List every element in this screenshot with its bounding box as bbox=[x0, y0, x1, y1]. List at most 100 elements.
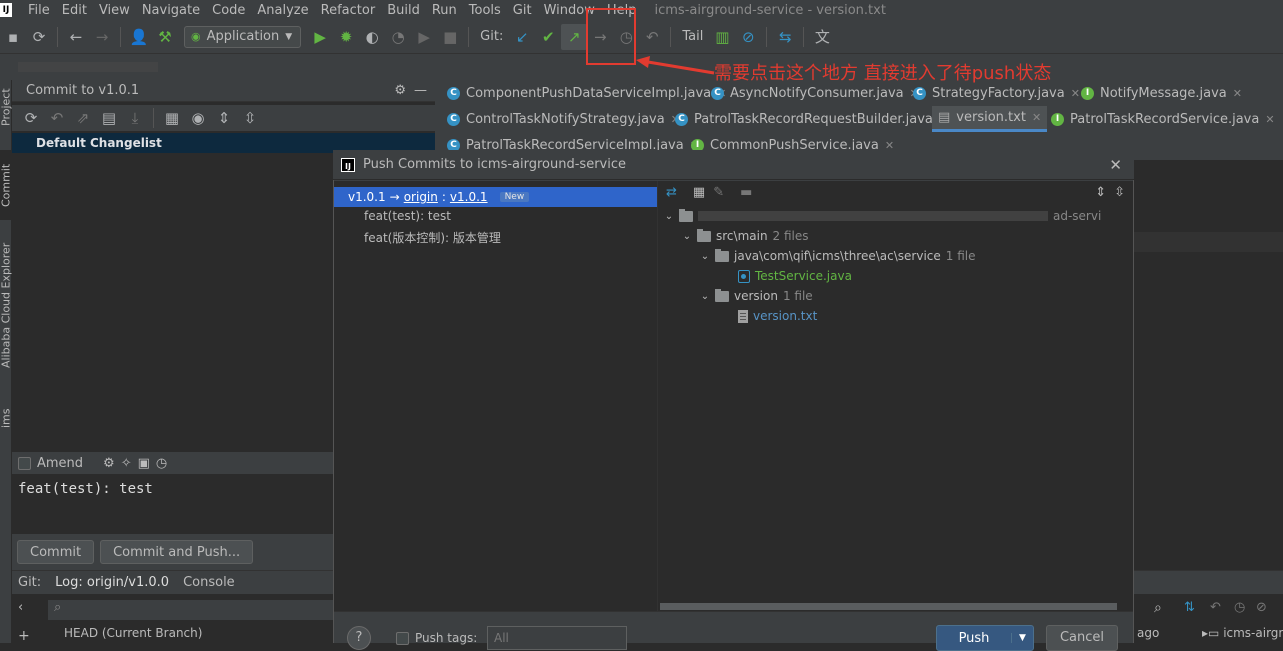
tab-notify-message[interactable]: I NotifyMessage.java ✕ bbox=[1075, 80, 1248, 106]
rollback-icon[interactable]: ↶ bbox=[44, 105, 70, 131]
gear-icon[interactable]: ⚙ bbox=[394, 83, 406, 98]
commit-options-icon[interactable]: ✧ bbox=[121, 456, 132, 471]
remote-name-link[interactable]: origin bbox=[404, 190, 438, 204]
tree-src-main[interactable]: ⌄ src\main 2 files bbox=[682, 228, 809, 243]
horizontal-scrollbar[interactable] bbox=[660, 603, 1117, 610]
tool-tab-project[interactable]: Project bbox=[0, 82, 13, 132]
menu-edit[interactable]: Edit bbox=[62, 3, 87, 18]
tree-java-package[interactable]: ⌄ java\com\qif\icms\three\ac\service 1 f… bbox=[700, 248, 976, 263]
close-icon[interactable]: ✕ bbox=[1109, 156, 1122, 174]
history-icon[interactable]: ◷ bbox=[156, 456, 167, 471]
coverage-icon[interactable]: ◐ bbox=[359, 24, 385, 50]
push-icon[interactable]: ↗ bbox=[561, 23, 588, 50]
tree-file-version[interactable]: version.txt bbox=[738, 309, 817, 323]
shelve-icon[interactable]: ⤓ bbox=[122, 105, 148, 131]
tab-control-task-notify[interactable]: CControlTaskNotifyStrategy.java✕ bbox=[441, 106, 686, 132]
menu-tools[interactable]: Tools bbox=[469, 3, 501, 18]
forward-icon[interactable]: → bbox=[89, 24, 115, 50]
tool-tab-alibaba-cloud[interactable]: Alibaba Cloud Explorer bbox=[0, 230, 13, 380]
close-icon[interactable]: ✕ bbox=[1032, 111, 1041, 124]
remote-branch-link[interactable]: v1.0.1 bbox=[450, 190, 488, 204]
group-by-icon[interactable]: ▦ bbox=[693, 185, 705, 200]
tree-version-dir[interactable]: ⌄ version 1 file bbox=[700, 288, 813, 303]
chevron-down-icon[interactable]: ▼ bbox=[1011, 633, 1033, 643]
undo-icon[interactable]: ↶ bbox=[1210, 600, 1221, 615]
back-icon[interactable]: ← bbox=[63, 24, 89, 50]
commit-and-push-button[interactable]: Commit and Push... bbox=[100, 540, 254, 564]
tab-console[interactable]: Console bbox=[183, 575, 235, 590]
diff-arrows-icon[interactable]: ⇄ bbox=[666, 185, 677, 200]
collapse-all-icon[interactable]: ⇳ bbox=[237, 105, 263, 131]
build-hammer-icon[interactable]: ⚒ bbox=[152, 24, 178, 50]
rollback-icon[interactable]: ↶ bbox=[639, 24, 665, 50]
commit-item[interactable]: feat(版本控制): 版本管理 bbox=[364, 229, 501, 246]
branch-item-head[interactable]: HEAD (Current Branch) bbox=[64, 626, 202, 640]
commit-button[interactable]: Commit bbox=[17, 540, 95, 564]
menu-build[interactable]: Build bbox=[387, 3, 420, 18]
debug-icon[interactable]: ✹ bbox=[333, 24, 359, 50]
tool-tab-commit[interactable]: Commit bbox=[0, 150, 13, 220]
add-icon[interactable]: + bbox=[18, 628, 30, 644]
collapse-all-icon[interactable]: ⇳ bbox=[1114, 185, 1125, 200]
commit-check-icon[interactable]: ✔ bbox=[535, 24, 561, 50]
minimize-icon[interactable]: — bbox=[414, 83, 427, 98]
tab-patrol-request-builder[interactable]: CPatrolTaskRecordRequestBuilder.java✕ bbox=[669, 106, 954, 132]
menu-code[interactable]: Code bbox=[212, 3, 245, 18]
preview-icon[interactable]: ▬ bbox=[740, 185, 752, 200]
push-button[interactable]: Push ▼ bbox=[936, 625, 1034, 651]
help-button[interactable]: ? bbox=[347, 626, 371, 650]
amend-checkbox[interactable] bbox=[18, 456, 31, 470]
cloud-sync-icon[interactable]: ⇆ bbox=[772, 24, 798, 50]
clipboard-icon[interactable]: ▣ bbox=[138, 456, 150, 471]
branch-search-input[interactable]: ⌕ bbox=[48, 600, 333, 620]
menu-navigate[interactable]: Navigate bbox=[142, 3, 200, 18]
menu-file[interactable]: File bbox=[28, 3, 50, 18]
block-icon[interactable]: ⊘ bbox=[735, 24, 761, 50]
update-project-icon[interactable]: ↙ bbox=[509, 24, 535, 50]
expand-all-icon[interactable]: ⇕ bbox=[211, 105, 237, 131]
group-by-icon[interactable]: ▦ bbox=[159, 105, 185, 131]
edit-icon[interactable]: ✎ bbox=[713, 185, 724, 200]
branch-push-row[interactable]: v1.0.1 → origin : v1.0.1 New bbox=[334, 187, 657, 207]
close-icon[interactable]: ✕ bbox=[1265, 113, 1274, 126]
menu-refactor[interactable]: Refactor bbox=[321, 3, 376, 18]
tab-log[interactable]: Log: origin/v1.0.0 bbox=[55, 575, 169, 590]
chart-icon[interactable]: ▥ bbox=[709, 24, 735, 50]
menu-git[interactable]: Git bbox=[513, 3, 532, 18]
search-icon[interactable]: ⌕ bbox=[1154, 600, 1162, 616]
changelist-icon[interactable]: ▤ bbox=[96, 105, 122, 131]
resume-icon[interactable]: ▶ bbox=[411, 24, 437, 50]
menu-run[interactable]: Run bbox=[432, 3, 457, 18]
menu-view[interactable]: View bbox=[99, 3, 130, 18]
profile-icon[interactable]: ◔ bbox=[385, 24, 411, 50]
tab-version-txt[interactable]: ▤ version.txt ✕ bbox=[932, 106, 1048, 132]
commit-item[interactable]: feat(test): test bbox=[364, 209, 451, 223]
clock-icon[interactable]: ◷ bbox=[1234, 600, 1245, 615]
amend-label[interactable]: Amend bbox=[37, 456, 83, 471]
tab-patrol-record-service[interactable]: I PatrolTaskRecordService.java ✕ bbox=[1045, 106, 1281, 132]
tail-label[interactable]: Tail bbox=[676, 29, 709, 44]
cancel-button[interactable]: Cancel bbox=[1046, 625, 1118, 651]
refresh-icon[interactable]: ⟳ bbox=[18, 105, 44, 131]
settings-icon[interactable]: ⚙ bbox=[103, 456, 115, 471]
eye-icon[interactable]: ◉ bbox=[185, 105, 211, 131]
tree-file-testservice[interactable]: TestService.java bbox=[738, 269, 852, 283]
run-configuration-select[interactable]: ◉ Application ▼ bbox=[184, 25, 302, 48]
fetch-icon[interactable]: ⇅ bbox=[1184, 600, 1195, 615]
sync-icon[interactable]: ⟳ bbox=[26, 24, 52, 50]
diff-icon[interactable]: ⇗ bbox=[70, 105, 96, 131]
menu-analyze[interactable]: Analyze bbox=[257, 3, 308, 18]
expand-all-icon[interactable]: ⇕ bbox=[1095, 185, 1106, 200]
run-icon[interactable]: ▶ bbox=[307, 24, 333, 50]
save-icon[interactable]: ▪ bbox=[0, 24, 26, 50]
close-icon[interactable]: ✕ bbox=[1233, 87, 1242, 100]
chevron-left-icon[interactable]: ‹ bbox=[18, 600, 23, 615]
stop-icon[interactable]: ■ bbox=[437, 24, 463, 50]
user-icon[interactable]: 👤 bbox=[126, 24, 152, 50]
translate-icon[interactable]: 文 bbox=[809, 24, 835, 50]
tree-root[interactable]: ⌄ ad-servi bbox=[664, 208, 1101, 223]
tool-tab-ims[interactable]: ims bbox=[0, 398, 13, 438]
repo-item[interactable]: ▸▭ icms-airgr bbox=[1202, 626, 1283, 640]
push-tags-select[interactable]: All bbox=[487, 626, 627, 650]
block-icon[interactable]: ⊘ bbox=[1256, 600, 1267, 615]
